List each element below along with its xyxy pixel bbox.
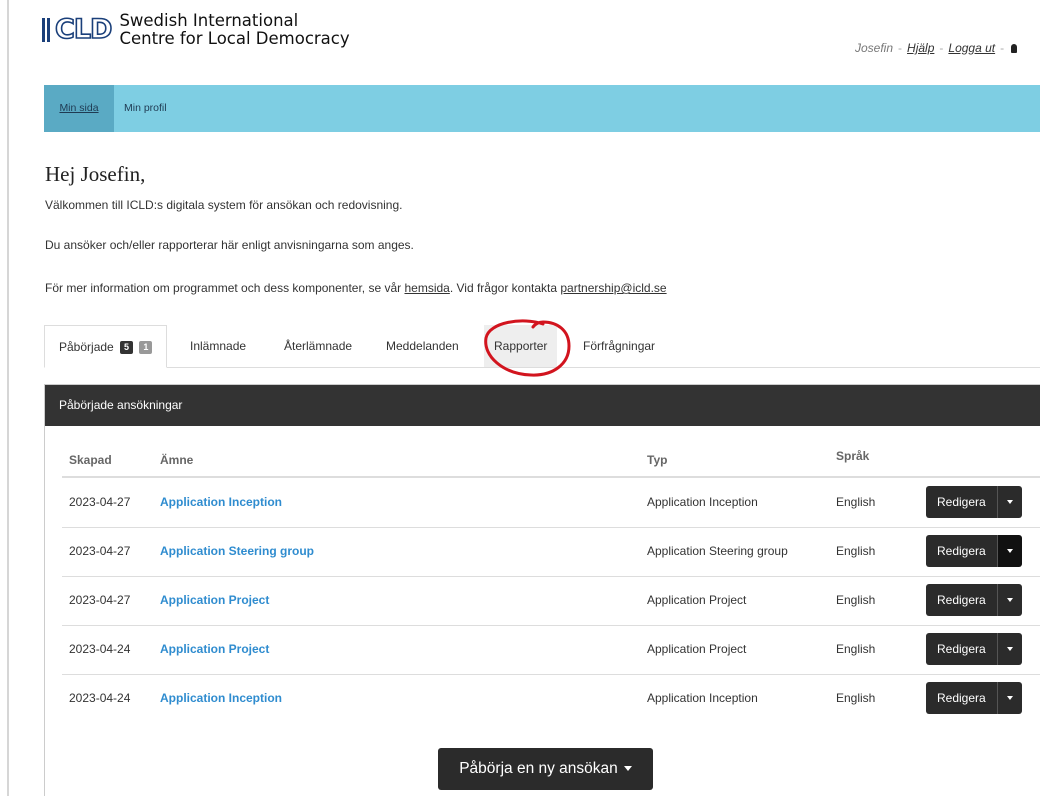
edit-button[interactable]: Redigera [926, 682, 998, 714]
edit-button[interactable]: Redigera [926, 584, 998, 616]
edit-button-group: Redigera [926, 535, 1022, 567]
separator: - [898, 41, 903, 55]
table-row: 2023-04-24 Application Inception Applica… [62, 674, 1040, 723]
logo-line-1: Swedish International [119, 11, 299, 30]
applications-panel: Påbörjade ansökningar Skapad Ämne Typ Sp… [44, 384, 1040, 796]
application-type: Application Project [647, 593, 747, 607]
separator: - [1000, 41, 1005, 55]
subject-link[interactable]: Application Inception [160, 674, 282, 723]
caret-down-icon [1006, 647, 1013, 651]
user-name: Josefin [855, 41, 894, 55]
logo-bar [42, 18, 45, 42]
separator: - [939, 41, 944, 55]
caret-down-icon [1006, 549, 1013, 553]
nav-item-min-sida[interactable]: Min sida [44, 85, 114, 132]
language: English [836, 544, 876, 558]
panel-title: Påbörjade ansökningar [45, 385, 1040, 426]
created-date: 2023-04-27 [69, 593, 131, 607]
table-row: 2023-04-27 Application Project Applicati… [62, 576, 1040, 626]
edit-dropdown-toggle[interactable] [997, 584, 1022, 616]
new-application-label: Påbörja en ny ansökan [459, 760, 618, 777]
icld-logo[interactable]: CLD Swedish International Centre for Loc… [42, 12, 350, 48]
language: English [836, 642, 876, 656]
application-type: Application Inception [647, 691, 758, 705]
main-nav: Min sida Min profil [44, 85, 1040, 132]
column-header-typ: Typ [647, 453, 668, 467]
page-greeting: Hej Josefin, [45, 162, 146, 186]
red-circle-annotation [484, 319, 571, 377]
edit-dropdown-toggle[interactable] [997, 682, 1022, 714]
application-type: Application Project [647, 642, 747, 656]
table-row: 2023-04-24 Application Project Applicati… [62, 625, 1040, 675]
logo-line-2: Centre for Local Democracy [119, 29, 350, 48]
contact-email-link[interactable]: partnership@icld.se [560, 281, 666, 295]
edit-button[interactable]: Redigera [926, 486, 998, 518]
tab-inlamnade[interactable]: Inlämnade [190, 325, 246, 367]
column-header-sprak: Språk [836, 449, 870, 463]
caret-down-icon [1006, 696, 1013, 700]
edit-dropdown-toggle[interactable] [997, 633, 1022, 665]
edit-button-group: Redigera [926, 682, 1022, 714]
intro-welcome-text: Välkommen till ICLD:s digitala system fö… [45, 198, 403, 212]
created-date: 2023-04-24 [69, 642, 131, 656]
logo-text: Swedish International Centre for Local D… [119, 12, 349, 48]
intro-instructions-text: Du ansöker och/eller rapporterar här enl… [45, 238, 414, 252]
tab-label: Påbörjade [59, 340, 114, 354]
logo-letters: CLD [54, 14, 113, 46]
edit-button-group: Redigera [926, 486, 1022, 518]
language: English [836, 495, 876, 509]
caret-down-icon [1006, 598, 1013, 602]
column-header-skapad: Skapad [69, 453, 112, 467]
nav-item-min-profil[interactable]: Min profil [124, 85, 167, 132]
tab-meddelanden[interactable]: Meddelanden [386, 325, 459, 367]
column-header-amne: Ämne [160, 453, 194, 467]
logo-mark: CLD [42, 14, 113, 46]
homepage-link[interactable]: hemsida [404, 281, 449, 295]
created-date: 2023-04-27 [69, 544, 131, 558]
help-link[interactable]: Hjälp [907, 41, 934, 55]
table-row: 2023-04-27 Application Steering group Ap… [62, 527, 1040, 577]
caret-down-icon [623, 766, 632, 771]
tab-paborjade[interactable]: Påbörjade 5 1 [44, 325, 168, 368]
page-left-border [7, 0, 9, 796]
subject-link[interactable]: Application Steering group [160, 527, 314, 576]
logo-bar [47, 18, 50, 42]
count-badge: 5 [120, 341, 134, 354]
application-type: Application Inception [647, 495, 758, 509]
logout-link[interactable]: Logga ut [948, 41, 995, 55]
subject-link[interactable]: Application Project [160, 625, 269, 674]
info-prefix: För mer information om programmet och de… [45, 281, 405, 295]
edit-button-group: Redigera [926, 633, 1022, 665]
subject-link[interactable]: Application Project [160, 576, 269, 625]
language: English [836, 691, 876, 705]
edit-dropdown-toggle[interactable] [997, 535, 1022, 567]
count-badge: 1 [139, 341, 153, 354]
caret-down-icon [1006, 500, 1013, 504]
edit-button[interactable]: Redigera [926, 633, 998, 665]
application-type: Application Steering group [647, 544, 788, 558]
created-date: 2023-04-27 [69, 495, 131, 509]
tab-forfragningar[interactable]: Förfrågningar [583, 325, 655, 367]
intro-info-text: För mer information om programmet och de… [45, 281, 667, 295]
user-links: Josefin - Hjälp - Logga ut - [855, 41, 1018, 55]
table-row: 2023-04-27 Application Inception Applica… [62, 478, 1040, 528]
edit-button[interactable]: Redigera [926, 535, 998, 567]
created-date: 2023-04-24 [69, 691, 131, 705]
edit-dropdown-toggle[interactable] [997, 486, 1022, 518]
edit-button-group: Redigera [926, 584, 1022, 616]
info-middle: . Vid frågor kontakta [449, 281, 561, 295]
tab-aterlamnade[interactable]: Återlämnade [284, 325, 352, 367]
new-application-button[interactable]: Påbörja en ny ansökan [438, 748, 653, 790]
notification-bell-icon[interactable] [1011, 44, 1018, 53]
language: English [836, 593, 876, 607]
subject-link[interactable]: Application Inception [160, 478, 282, 527]
